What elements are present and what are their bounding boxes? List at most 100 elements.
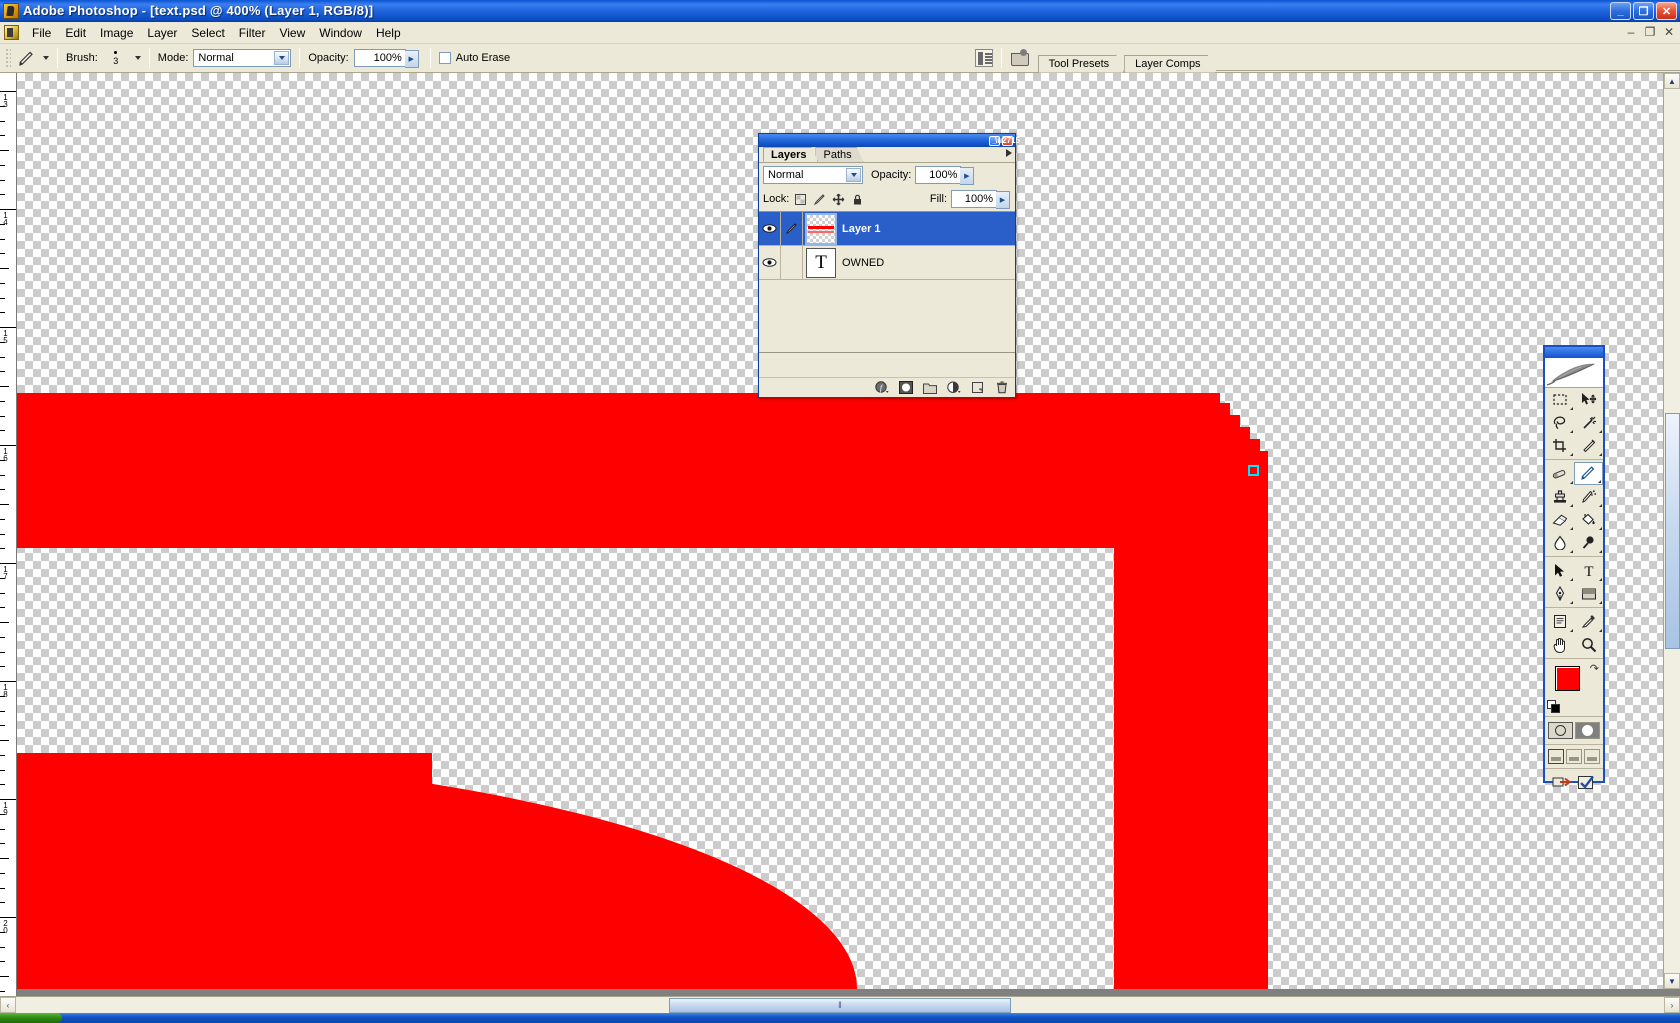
vertical-scrollbar[interactable]: ▲ ▼ (1663, 73, 1680, 989)
close-button[interactable]: ✕ (1656, 2, 1677, 20)
document-close-button[interactable]: ✕ (1662, 25, 1676, 39)
horizontal-scroll-thumb[interactable]: ‖ (669, 997, 1011, 1013)
tab-layer-comps[interactable]: Layer Comps (1124, 55, 1215, 73)
lock-position-icon[interactable] (831, 192, 846, 206)
document-minimize-button[interactable]: – (1624, 25, 1638, 39)
jump-to-imageready-button[interactable] (1551, 774, 1573, 791)
blur-tool[interactable] (1545, 531, 1574, 554)
layer-fill-input[interactable]: 100% (951, 190, 1010, 209)
palette-well-icon[interactable] (974, 49, 993, 67)
menu-filter[interactable]: Filter (232, 24, 273, 42)
standard-screen-mode-button[interactable] (1548, 749, 1564, 764)
lasso-tool[interactable] (1545, 411, 1574, 434)
layer-visibility-toggle[interactable] (759, 212, 781, 245)
toolbox-title-bar[interactable] (1545, 347, 1603, 358)
brush-size-preview[interactable]: 3 (103, 46, 129, 70)
paint-bucket-tool[interactable] (1574, 508, 1603, 531)
opacity-slider-arrow-icon[interactable] (960, 167, 975, 185)
new-layer-button[interactable] (970, 380, 985, 395)
dodge-tool[interactable] (1574, 531, 1603, 554)
layers-palette[interactable]: _ \u2715 Layers Paths Normal Opacity: 10… (758, 133, 1020, 398)
layer-list[interactable]: Layer 1 T OWNED (759, 211, 1015, 353)
opacity-input[interactable]: 100% (353, 49, 419, 68)
add-layer-mask-button[interactable] (898, 380, 913, 395)
menu-window[interactable]: Window (312, 24, 369, 42)
current-tool-pencil-icon[interactable] (15, 48, 37, 69)
chevron-down-icon[interactable] (846, 168, 861, 182)
layer-thumbnail[interactable] (805, 212, 837, 245)
layer-active-brush-icon[interactable] (781, 212, 803, 245)
standard-mode-button[interactable] (1548, 722, 1573, 739)
vscroll-track-bottom[interactable] (1664, 649, 1680, 973)
menu-file[interactable]: File (25, 24, 58, 42)
quick-mask-mode-button[interactable] (1575, 722, 1600, 739)
blend-mode-select[interactable]: Normal (193, 49, 292, 67)
type-tool[interactable]: T (1574, 559, 1603, 582)
horizontal-scrollbar[interactable]: ‹ ‖ › (0, 996, 1680, 1013)
vertical-ruler[interactable]: 1314151617181920 (0, 73, 17, 1006)
default-colors-icon[interactable] (1547, 700, 1560, 713)
hscroll-track-left[interactable] (16, 997, 669, 1013)
file-browser-icon[interactable] (1010, 48, 1032, 68)
layer-opacity-input[interactable]: 100% (915, 166, 975, 185)
new-group-button[interactable] (922, 380, 937, 395)
start-button[interactable] (0, 1013, 62, 1023)
pen-tool[interactable] (1545, 582, 1574, 605)
layers-palette-close-button[interactable]: \u2715 (995, 135, 1020, 146)
hand-tool[interactable] (1545, 633, 1574, 656)
path-selection-tool[interactable] (1545, 559, 1574, 582)
minimize-button[interactable]: _ (1610, 2, 1631, 20)
rectangular-marquee-tool[interactable] (1545, 388, 1574, 411)
menu-image[interactable]: Image (93, 24, 140, 42)
hscroll-track-right[interactable] (1011, 997, 1664, 1013)
rectangle-shape-tool[interactable] (1574, 582, 1603, 605)
slice-tool[interactable] (1574, 434, 1603, 457)
eyedropper-tool[interactable] (1574, 610, 1603, 633)
clone-stamp-tool[interactable] (1545, 485, 1574, 508)
menu-layer[interactable]: Layer (140, 24, 184, 42)
eraser-tool[interactable] (1545, 508, 1574, 531)
lock-transparent-pixels-icon[interactable] (793, 192, 808, 206)
scroll-down-button[interactable]: ▼ (1664, 973, 1680, 989)
chevron-down-icon[interactable] (274, 51, 290, 65)
menu-view[interactable]: View (272, 24, 312, 42)
palette-menu-icon[interactable] (1006, 149, 1012, 157)
vscroll-track-top[interactable] (1664, 89, 1680, 413)
tool-preset-picker-chevron-down-icon[interactable] (43, 56, 49, 60)
tab-tool-presets[interactable]: Tool Presets (1038, 55, 1125, 73)
vertical-scroll-thumb[interactable] (1664, 413, 1680, 649)
options-bar-grip[interactable] (4, 47, 11, 69)
tab-layers[interactable]: Layers (763, 147, 818, 162)
restore-button[interactable]: ❐ (1633, 2, 1654, 20)
scroll-right-button[interactable]: › (1664, 997, 1680, 1013)
toolbox-palette[interactable]: T ↷ (1543, 345, 1605, 789)
tab-paths[interactable]: Paths (815, 147, 863, 162)
move-tool[interactable] (1574, 388, 1603, 411)
pencil-tool[interactable] (1574, 462, 1603, 485)
auto-erase-checkbox-group[interactable]: Auto Erase (438, 52, 510, 64)
layer-thumbnail[interactable]: T (806, 247, 836, 278)
menu-select[interactable]: Select (184, 24, 231, 42)
scroll-left-button[interactable]: ‹ (0, 997, 16, 1013)
layer-visibility-toggle[interactable] (759, 246, 781, 279)
crop-tool[interactable] (1545, 434, 1574, 457)
history-brush-tool[interactable] (1574, 485, 1603, 508)
magic-wand-tool[interactable] (1574, 411, 1603, 434)
full-screen-mode-button[interactable] (1584, 749, 1600, 764)
notes-tool[interactable] (1545, 610, 1574, 633)
menu-help[interactable]: Help (369, 24, 408, 42)
scroll-up-button[interactable]: ▲ (1664, 73, 1680, 89)
fill-slider-arrow-icon[interactable] (996, 191, 1010, 209)
healing-brush-tool[interactable] (1545, 462, 1574, 485)
brush-picker-chevron-down-icon[interactable] (134, 56, 141, 60)
layer-blend-mode-select[interactable]: Normal (763, 166, 863, 184)
menu-edit[interactable]: Edit (58, 24, 93, 42)
new-adjustment-layer-button[interactable] (946, 380, 961, 395)
lock-all-icon[interactable] (850, 192, 865, 206)
imageready-check-button[interactable] (1576, 774, 1598, 791)
layer-brush-placeholder[interactable] (781, 246, 803, 279)
auto-erase-checkbox[interactable] (438, 52, 451, 64)
document-restore-button[interactable]: ❐ (1643, 25, 1657, 39)
foreground-color-swatch[interactable] (1555, 666, 1580, 691)
lock-image-pixels-icon[interactable] (812, 192, 827, 206)
